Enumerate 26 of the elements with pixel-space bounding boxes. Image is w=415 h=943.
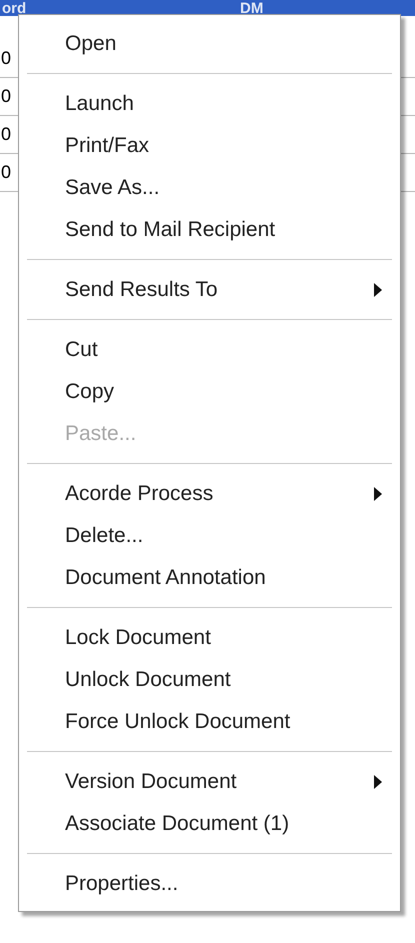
menu-item[interactable]: Acorde Process	[19, 473, 400, 515]
column-header: ord	[1, 1, 28, 16]
menu-item[interactable]: Save As...	[19, 167, 400, 209]
menu-item[interactable]: Cut	[19, 329, 400, 371]
submenu-arrow-icon	[374, 283, 382, 297]
menu-item[interactable]: Force Unlock Document	[19, 701, 400, 743]
menu-item[interactable]: Associate Document (1)	[19, 803, 400, 845]
menu-item[interactable]: Document Annotation	[19, 557, 400, 599]
menu-item[interactable]: Send Results To	[19, 269, 400, 311]
table-cell-text: 0	[0, 47, 12, 70]
menu-item[interactable]: Version Document	[19, 761, 400, 803]
submenu-arrow-icon	[374, 487, 382, 501]
column-header: DM	[240, 1, 264, 16]
submenu-arrow-icon	[374, 775, 382, 789]
menu-item[interactable]: Unlock Document	[19, 659, 400, 701]
table-cell-text: 0	[0, 161, 12, 184]
menu-item[interactable]: Open	[19, 23, 400, 65]
menu-item[interactable]: Send to Mail Recipient	[19, 209, 400, 251]
menu-item[interactable]: Properties...	[19, 863, 400, 905]
table-cell-text: 0	[0, 123, 12, 146]
menu-item[interactable]: Copy	[19, 371, 400, 413]
table-cell-text: 0	[0, 85, 12, 108]
menu-item[interactable]: Delete...	[19, 515, 400, 557]
menu-item[interactable]: Launch	[19, 83, 400, 125]
menu-item[interactable]: Lock Document	[19, 617, 400, 659]
menu-item[interactable]: Print/Fax	[19, 125, 400, 167]
